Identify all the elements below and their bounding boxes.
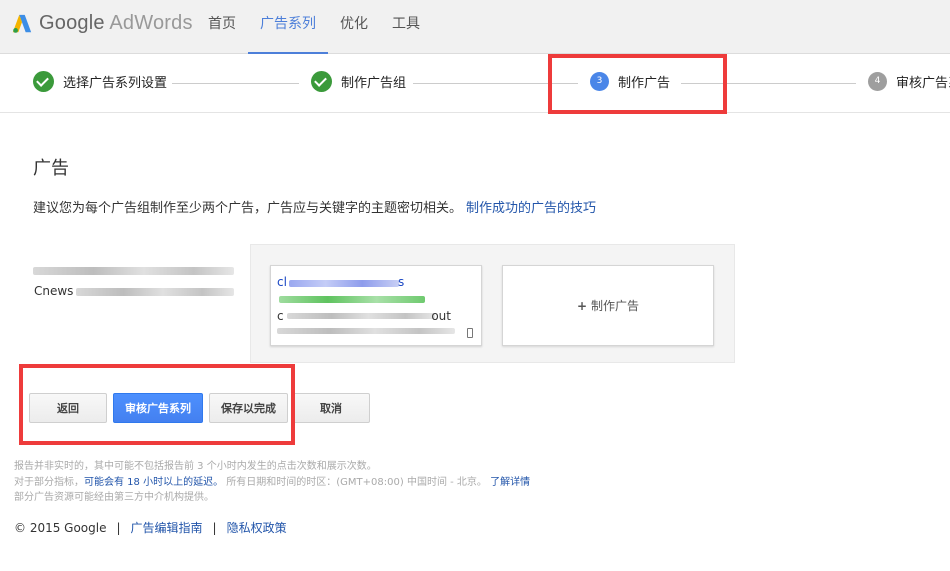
description-text: 建议您为每个广告组制作至少两个广告，广告应与关键字的主题密切相关。 bbox=[33, 201, 463, 216]
page-title: 广告 bbox=[33, 158, 69, 179]
redacted-text bbox=[289, 280, 399, 287]
highlight-box bbox=[548, 54, 727, 114]
note-line: 部分广告资源可能经由第三方中介机构提供。 bbox=[14, 492, 214, 503]
nav-campaigns[interactable]: 广告系列 bbox=[248, 0, 328, 55]
main-nav: 首页 广告系列 优化 工具 bbox=[196, 0, 432, 55]
step-campaign-settings[interactable]: 选择广告系列设置 bbox=[33, 71, 167, 92]
step-review[interactable]: 4 审核广告系 bbox=[868, 72, 950, 91]
note-line: 报告并非实时的，其中可能不包括报告前 3 个小时内发生的点击次数和展示次数。 bbox=[14, 461, 377, 472]
create-ad-label: 制作广告 bbox=[591, 299, 640, 313]
nav-optimize[interactable]: 优化 bbox=[328, 0, 380, 54]
check-icon bbox=[311, 71, 332, 92]
cancel-button[interactable]: 取消 bbox=[292, 393, 370, 423]
ad-group-name: Cnews bbox=[34, 284, 74, 298]
top-bar: Google AdWords 首页 广告系列 优化 工具 bbox=[0, 0, 950, 55]
plus-icon: + bbox=[576, 298, 588, 313]
step-label: 选择广告系列设置 bbox=[63, 76, 168, 91]
step-connector bbox=[172, 83, 299, 84]
page-description: 建议您为每个广告组制作至少两个广告，广告应与关键字的主题密切相关。 制作成功的广告… bbox=[33, 197, 596, 216]
step-label: 制作广告组 bbox=[341, 76, 407, 91]
redacted-text bbox=[287, 313, 435, 319]
privacy-policy-link[interactable]: 隐私权政策 bbox=[227, 519, 287, 536]
ad-tips-link[interactable]: 制作成功的广告的技巧 bbox=[466, 201, 596, 216]
redacted-text bbox=[277, 328, 455, 334]
adwords-logo[interactable]: Google AdWords bbox=[11, 12, 193, 35]
check-icon bbox=[33, 71, 54, 92]
editorial-guide-link[interactable]: 广告编辑指南 bbox=[131, 519, 203, 536]
ad-headline: cl bbox=[277, 275, 287, 289]
nav-home[interactable]: 首页 bbox=[196, 0, 248, 54]
logo-product-text: AdWords bbox=[109, 12, 193, 34]
copyright: © 2015 Google bbox=[14, 520, 107, 535]
logo-google-text: Google bbox=[39, 12, 105, 34]
ad-headline-end: s bbox=[398, 275, 405, 289]
report-notes: 报告并非实时的，其中可能不包括报告前 3 个小时内发生的点击次数和展示次数。 对… bbox=[14, 459, 530, 506]
redacted-text bbox=[33, 267, 234, 275]
create-ad-button[interactable]: + 制作广告 bbox=[502, 265, 714, 346]
ad-line-start: c bbox=[277, 309, 284, 323]
note-line: 对于部分指标，可能会有 18 小时以上的延迟。 所有日期和时间的时区：(GMT+… bbox=[14, 476, 531, 488]
step-label: 审核广告系 bbox=[896, 76, 950, 91]
ad-line-end: out bbox=[431, 309, 451, 323]
mobile-icon bbox=[467, 328, 473, 338]
footer: © 2015 Google | 广告编辑指南 | 隐私权政策 bbox=[14, 519, 287, 536]
learn-more-link[interactable]: 了解详情 bbox=[490, 477, 530, 488]
nav-tools[interactable]: 工具 bbox=[380, 0, 432, 54]
step-ad-group[interactable]: 制作广告组 bbox=[311, 71, 406, 92]
redacted-text bbox=[76, 288, 234, 296]
separator: | bbox=[116, 520, 121, 535]
separator: | bbox=[212, 520, 217, 535]
highlight-box bbox=[19, 364, 295, 445]
redacted-url bbox=[279, 296, 425, 303]
step-number-badge: 4 bbox=[868, 72, 887, 91]
delay-link[interactable]: 可能会有 18 小时以上的延迟。 bbox=[84, 477, 223, 488]
progress-steps: 选择广告系列设置 制作广告组 3 制作广告 4 审核广告系 bbox=[0, 54, 950, 113]
adwords-logo-icon bbox=[12, 14, 32, 33]
ad-preview-card[interactable]: cl s c out bbox=[270, 265, 482, 346]
